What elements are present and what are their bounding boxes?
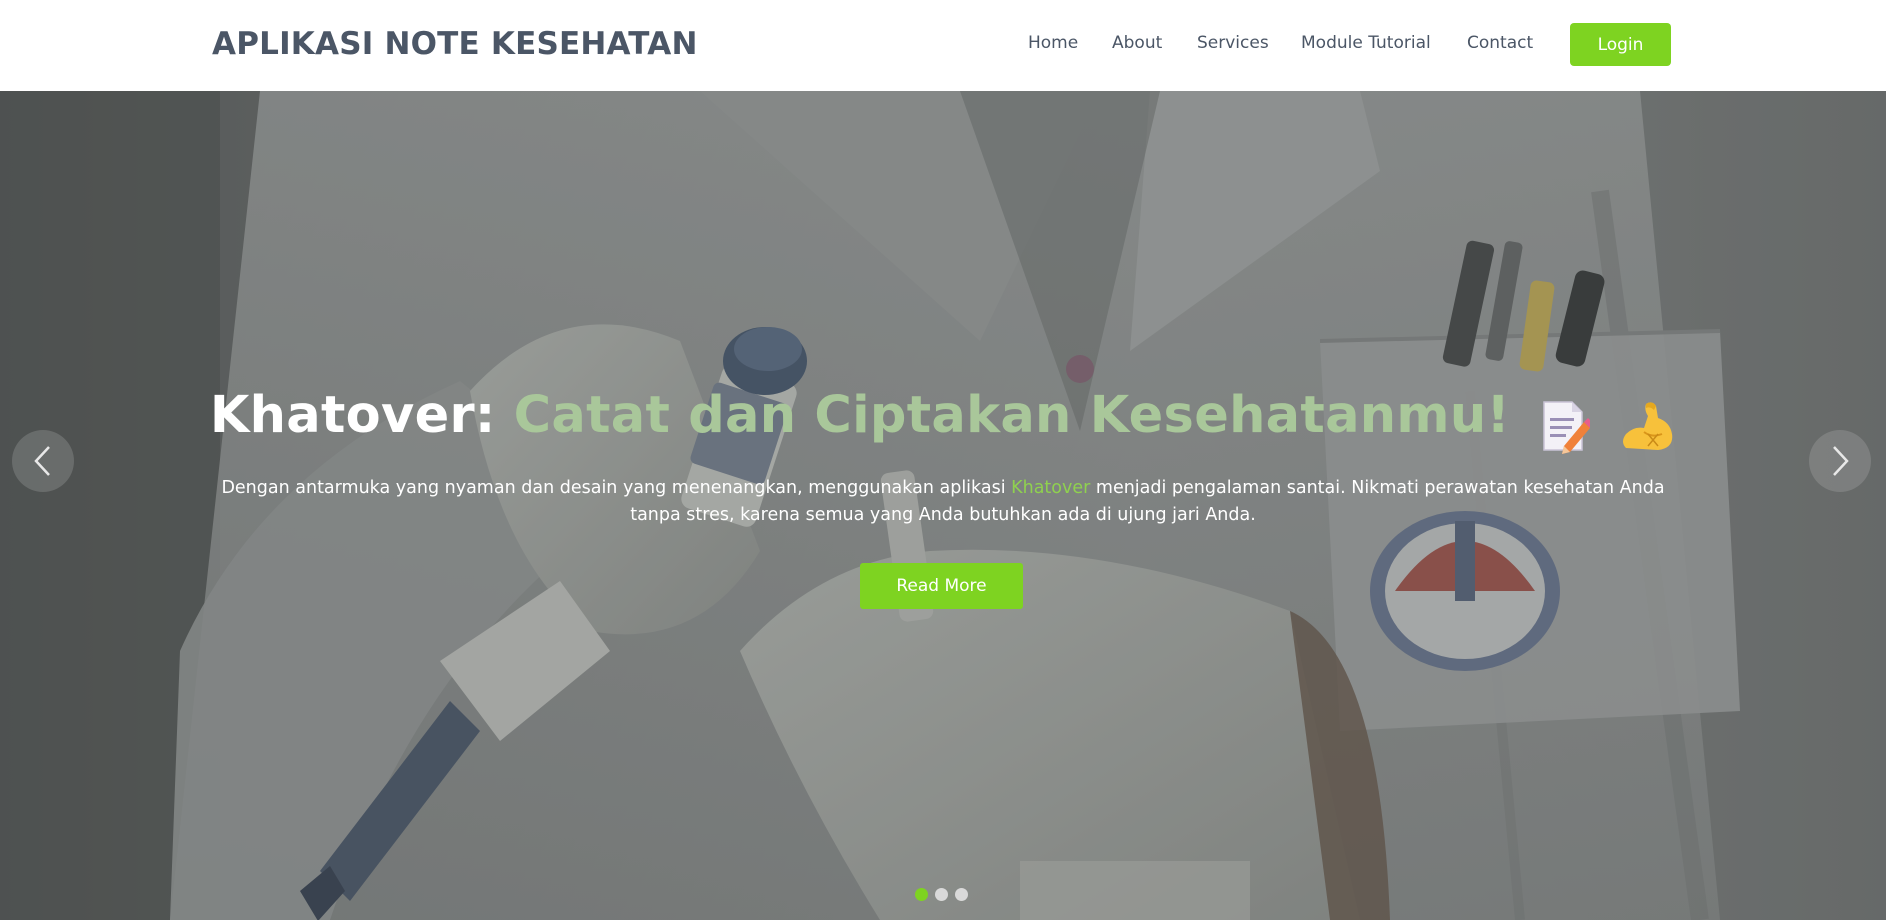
hero-description-highlight: Khatover xyxy=(1011,478,1091,498)
site-header: APLIKASI NOTE KESEHATAN Home About Servi… xyxy=(0,0,1886,91)
carousel-dot-1[interactable] xyxy=(915,888,928,901)
chevron-left-icon xyxy=(34,446,50,476)
nav-services[interactable]: Services xyxy=(1197,33,1269,53)
carousel-dot-2[interactable] xyxy=(935,888,948,901)
carousel-dot-3[interactable] xyxy=(955,888,968,901)
hero-title-accent: Catat dan Ciptakan Kesehatanmu! xyxy=(513,386,1511,445)
nav-home[interactable]: Home xyxy=(1028,33,1078,53)
hero-title-lead: Khatover: xyxy=(209,386,514,445)
nav-contact[interactable]: Contact xyxy=(1467,33,1533,53)
flexed-biceps-icon xyxy=(1618,394,1676,454)
hero-description-before: Dengan antarmuka yang nyaman dan desain … xyxy=(221,478,1012,498)
carousel-prev-button[interactable] xyxy=(12,430,74,492)
memo-icon xyxy=(1538,394,1591,454)
carousel-indicators xyxy=(913,888,973,904)
login-button[interactable]: Login xyxy=(1570,23,1671,66)
nav-about[interactable]: About xyxy=(1112,33,1162,53)
read-more-button[interactable]: Read More xyxy=(860,563,1023,609)
hero-title: Khatover: Catat dan Ciptakan Kesehatanmu… xyxy=(0,386,1886,454)
nav-module-tutorial[interactable]: Module Tutorial xyxy=(1301,33,1431,53)
carousel-next-button[interactable] xyxy=(1809,430,1871,492)
hero-description: Dengan antarmuka yang nyaman dan desain … xyxy=(220,475,1666,529)
chevron-right-icon xyxy=(1833,446,1849,476)
hero-carousel: Khatover: Catat dan Ciptakan Kesehatanmu… xyxy=(0,91,1886,920)
main-nav: Home About Services Module Tutorial Cont… xyxy=(0,0,1886,91)
